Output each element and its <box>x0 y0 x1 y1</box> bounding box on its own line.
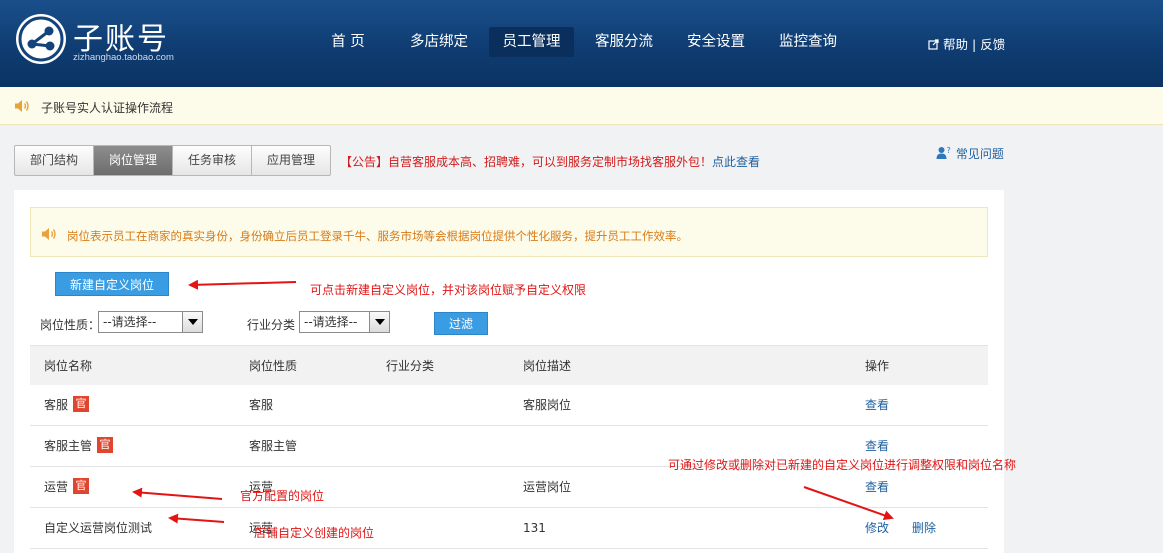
nav-monitor-query[interactable]: 监控查询 <box>769 27 847 57</box>
header-actions: 操作 <box>865 359 890 373</box>
chevron-down-icon <box>182 312 202 332</box>
nav-security-settings[interactable]: 安全设置 <box>677 27 755 57</box>
annotation-new-role: 可点击新建自定义岗位，并对该岗位赋予自定义权限 <box>310 283 587 297</box>
annotation-official-role: 官方配置的岗位 <box>240 489 325 503</box>
feedback-link[interactable]: 反馈 <box>980 37 1005 52</box>
role-tip-text: 岗位表示员工在商家的真实身份，身份确立后员工登录千牛、服务市场等会根据岗位提供个… <box>67 229 688 243</box>
role-nature-value: --请选择-- <box>103 315 157 329</box>
top-header: 子账号 zizhanghao.taobao.com 首 页 多店绑定 员工管理 … <box>0 0 1163 87</box>
header-help-links: 帮助 | 反馈 <box>928 34 1005 53</box>
table-row: 自定义运营岗位测试 运营 131 修改 删除 <box>30 508 988 549</box>
nav-multi-store[interactable]: 多店绑定 <box>400 27 478 57</box>
speaker-icon <box>15 100 29 112</box>
view-link[interactable]: 查看 <box>865 467 889 507</box>
tab-role-management[interactable]: 岗位管理 <box>94 146 174 175</box>
header-role-description: 岗位描述 <box>523 359 572 373</box>
role-table: 岗位名称 岗位性质 行业分类 岗位描述 操作 客服官 客服 客服岗位 查看 客服… <box>30 345 988 549</box>
tab-department-structure[interactable]: 部门结构 <box>15 146 95 175</box>
header-role-nature: 岗位性质 <box>249 359 298 373</box>
faq-link[interactable]: ? 常见问题 <box>936 145 1004 162</box>
help-link[interactable]: 帮助 <box>943 37 968 52</box>
new-custom-role-button[interactable]: 新建自定义岗位 <box>55 272 169 296</box>
industry-label: 行业分类 <box>247 318 296 332</box>
announcement-text: 【公告】自营客服成本高、招聘难，可以到服务定制市场找客服外包！ <box>340 155 713 169</box>
annotation-custom-role: 店铺自定义创建的岗位 <box>254 526 375 540</box>
tab-app-management[interactable]: 应用管理 <box>252 146 330 175</box>
industry-value: --请选择-- <box>304 315 358 329</box>
role-name-cell: 运营官 <box>44 467 90 507</box>
official-badge: 官 <box>73 478 90 494</box>
content-panel: 岗位表示员工在商家的真实身份，身份确立后员工登录千牛、服务市场等会根据岗位提供个… <box>14 190 1004 553</box>
role-nature-label: 岗位性质： <box>40 318 101 332</box>
annotation-edit-delete: 可通过修改或删除对已新建的自定义岗位进行调整权限和岗位名称 <box>668 458 1017 472</box>
table-row: 客服官 客服 客服岗位 查看 <box>30 385 988 426</box>
header-separator: | <box>971 37 977 52</box>
role-description: 运营岗位 <box>523 480 572 494</box>
announcement: 【公告】自营客服成本高、招聘难，可以到服务定制市场找客服外包！点此查看 <box>340 153 760 170</box>
logo[interactable]: 子账号 zizhanghao.taobao.com <box>16 14 186 70</box>
edit-link[interactable]: 修改 <box>865 508 889 548</box>
chevron-down-icon <box>369 312 389 332</box>
official-badge: 官 <box>97 437 114 453</box>
svg-text:?: ? <box>947 146 951 155</box>
nav-staff-management[interactable]: 员工管理 <box>489 27 574 57</box>
role-name: 自定义运营岗位测试 <box>44 521 153 535</box>
speaker-icon <box>42 228 56 240</box>
role-nature-select[interactable]: --请选择-- <box>98 311 203 333</box>
role-name-cell: 客服主管官 <box>44 426 114 466</box>
external-link-icon <box>928 39 939 50</box>
logo-subtitle: zizhanghao.taobao.com <box>73 52 174 63</box>
view-link[interactable]: 查看 <box>865 385 889 425</box>
user-question-icon: ? <box>936 146 951 159</box>
announcement-link[interactable]: 点此查看 <box>712 155 760 169</box>
nav-home[interactable]: 首 页 <box>316 27 380 57</box>
notice-bar: 子账号实人认证操作流程 <box>0 87 1163 125</box>
table-header: 岗位名称 岗位性质 行业分类 岗位描述 操作 <box>30 345 988 385</box>
header-role-name: 岗位名称 <box>44 359 93 373</box>
faq-label: 常见问题 <box>955 147 1004 161</box>
role-nature: 客服主管 <box>249 439 298 453</box>
verification-guide-link[interactable]: 子账号实人认证操作流程 <box>41 99 173 116</box>
delete-link[interactable]: 删除 <box>912 508 936 548</box>
table-row: 运营官 运营 运营岗位 查看 <box>30 467 988 508</box>
role-name-cell: 客服官 <box>44 385 90 425</box>
tab-task-review[interactable]: 任务审核 <box>173 146 253 175</box>
role-name: 客服 <box>44 398 69 412</box>
role-description: 131 <box>523 521 546 535</box>
industry-select[interactable]: --请选择-- <box>299 311 390 333</box>
nav-service-routing[interactable]: 客服分流 <box>585 27 663 57</box>
role-nature: 客服 <box>249 398 274 412</box>
sub-tabs: 部门结构 岗位管理 任务审核 应用管理 <box>14 145 332 176</box>
official-badge: 官 <box>73 396 90 412</box>
filter-button[interactable]: 过滤 <box>434 312 488 335</box>
role-name: 客服主管 <box>44 439 93 453</box>
logo-icon <box>16 14 66 64</box>
header-industry: 行业分类 <box>386 359 435 373</box>
role-name: 运营 <box>44 480 69 494</box>
role-description: 客服岗位 <box>523 398 572 412</box>
role-tip: 岗位表示员工在商家的真实身份，身份确立后员工登录千牛、服务市场等会根据岗位提供个… <box>30 207 988 257</box>
